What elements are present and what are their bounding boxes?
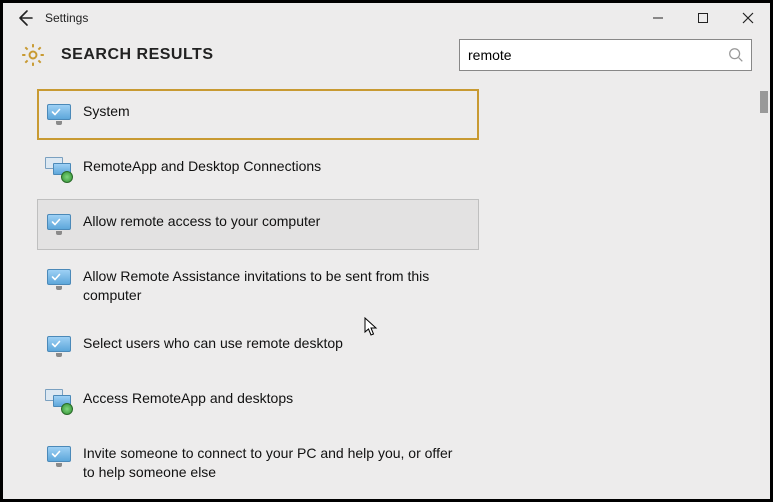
- close-button[interactable]: [725, 3, 770, 33]
- monitor-check-icon: [45, 267, 75, 293]
- page-heading: SEARCH RESULTS: [61, 46, 214, 64]
- result-select-rd-users[interactable]: Select users who can use remote desktop: [37, 321, 752, 372]
- result-label: Access RemoteApp and desktops: [83, 388, 293, 408]
- settings-gear-icon: [17, 39, 49, 71]
- search-icon: [727, 46, 745, 64]
- scrollbar-thumb[interactable]: [760, 91, 768, 113]
- titlebar: Settings: [3, 3, 770, 33]
- monitor-check-icon: [45, 212, 75, 238]
- result-label: Invite someone to connect to your PC and…: [83, 443, 453, 482]
- content-area: System RemoteApp and Desktop Connections…: [3, 89, 770, 499]
- monitor-check-icon: [45, 444, 75, 470]
- close-icon: [742, 12, 754, 24]
- monitor-check-icon: [45, 334, 75, 360]
- vertical-scrollbar[interactable]: [756, 89, 770, 499]
- search-box[interactable]: [459, 39, 752, 71]
- result-label: Allow remote access to your computer: [83, 211, 320, 231]
- back-arrow-icon: [15, 8, 35, 28]
- minimize-button[interactable]: [635, 3, 680, 33]
- monitor-check-icon: [45, 102, 75, 128]
- result-remote-assistance-invitations[interactable]: Allow Remote Assistance invitations to b…: [37, 254, 752, 317]
- back-button[interactable]: [11, 4, 39, 32]
- search-input[interactable]: [468, 47, 727, 63]
- result-label: System: [83, 101, 130, 121]
- result-access-remoteapp[interactable]: Access RemoteApp and desktops: [37, 376, 752, 427]
- result-allow-remote-access[interactable]: Allow remote access to your computer: [37, 199, 479, 250]
- result-invite-connect[interactable]: Invite someone to connect to your PC and…: [37, 431, 752, 494]
- result-label: Allow Remote Assistance invitations to b…: [83, 266, 453, 305]
- result-label: Select users who can use remote desktop: [83, 333, 343, 353]
- settings-window: Settings SEARCH RESULTS System: [3, 3, 770, 499]
- app-title: Settings: [45, 11, 88, 25]
- result-system[interactable]: System: [37, 89, 479, 140]
- minimize-icon: [652, 12, 664, 24]
- monitor-pair-badge-icon: [45, 157, 75, 183]
- results-list: System RemoteApp and Desktop Connections…: [3, 89, 770, 494]
- maximize-icon: [697, 12, 709, 24]
- monitor-pair-badge-icon: [45, 389, 75, 415]
- result-label: RemoteApp and Desktop Connections: [83, 156, 321, 176]
- maximize-button[interactable]: [680, 3, 725, 33]
- header: SEARCH RESULTS: [3, 33, 770, 89]
- result-remoteapp-connections[interactable]: RemoteApp and Desktop Connections: [37, 144, 752, 195]
